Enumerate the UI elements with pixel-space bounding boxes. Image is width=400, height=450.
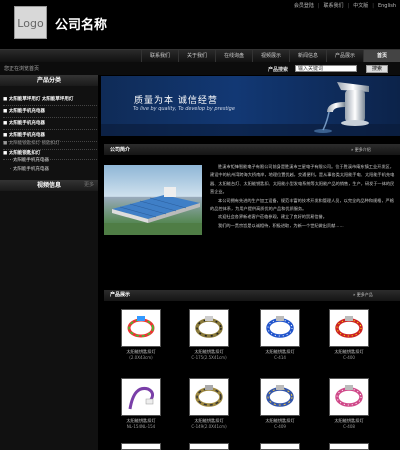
category-item[interactable]: ■ 太阳能草坪用灯 太阳能草坪用灯 [3, 94, 97, 106]
category-heading: 产品分类 [0, 75, 98, 86]
search-label: 产品搜索 [268, 67, 289, 73]
product-card[interactable]: 太阳能钥匙扣灯 (2.0X43cm) [114, 309, 168, 360]
intro-more-link[interactable]: » 更多介绍 [351, 147, 371, 153]
product-image[interactable] [260, 443, 300, 450]
product-card[interactable]: 太阳能钥匙扣灯 C-400 [322, 309, 376, 360]
video-more-link[interactable]: 更多 [84, 180, 94, 191]
intro-title: 公司简介 [110, 147, 131, 153]
product-image[interactable] [189, 443, 229, 450]
left-sidebar: 产品分类 ■ 太阳能草坪用灯 太阳能草坪用灯 ■ 太阳能手机充电器 ■ 太阳能手… [0, 75, 98, 450]
product-code: C-175(2.5X41cm) [191, 355, 227, 360]
top-link-contact[interactable]: 联系我们 [324, 2, 344, 9]
search-button[interactable]: 搜索 [366, 65, 388, 73]
nav-news[interactable]: 新闻信息 [289, 50, 326, 62]
product-image[interactable] [189, 309, 229, 347]
company-name: 公司名称 [55, 18, 108, 33]
product-code: C-400 [343, 355, 355, 360]
separator: | [317, 2, 320, 9]
nav-contact[interactable]: 联系我们 [141, 50, 178, 62]
sub-category-item[interactable]: · 太阳能手机充电器 [10, 165, 96, 174]
sub-category-item[interactable]: · 太阳能手机充电器 [10, 156, 96, 165]
breadcrumb: 您正在浏览首页 [4, 66, 40, 72]
separator: | [372, 2, 374, 9]
top-link-login[interactable]: 会员登陆 [294, 2, 314, 9]
product-image[interactable] [121, 443, 161, 450]
product-card[interactable]: 太阳能钥匙扣灯 C-409 [253, 378, 307, 429]
intro-text: 胜溪市钜锋智能电子有限公司前身是胜溪市三星电子有限公司。位于胜溪市庵东镇工业开发… [210, 163, 396, 230]
product-card[interactable]: 太阳能钥匙扣灯 C-408 [322, 378, 376, 429]
product-image[interactable] [329, 378, 369, 416]
intro-paragraph: 欢迎社会各界新老客户莅临参观，建立了良好的贸易信誉。 [218, 214, 327, 220]
nav-inquiry[interactable]: 在线询盘 [215, 50, 252, 62]
product-card[interactable]: 太阳能钥匙扣灯 C-414 [253, 309, 307, 360]
banner-subtitle: To live by quality, To develop by presti… [133, 106, 235, 112]
product-image[interactable] [121, 378, 161, 416]
video-heading: 视频信息 更多 [0, 180, 98, 191]
factory-illustration [104, 187, 202, 235]
product-code: C-408 [343, 424, 355, 429]
category-label[interactable]: 太阳能手机充电器 [9, 109, 45, 114]
product-card[interactable]: 太阳能钥匙扣灯 C-149(2.0X41cm) [182, 378, 236, 429]
product-card[interactable]: 太阳能钥匙扣灯 C-175(2.5X41cm) [182, 309, 236, 360]
category-item[interactable]: ■ 太阳能手机充电器 [3, 118, 97, 130]
product-image[interactable] [189, 378, 229, 416]
sub-category-label[interactable]: 太阳能手机充电器 [13, 158, 49, 163]
top-links: 会员登陆 | 联系我们 | 中文版 | English [294, 2, 396, 10]
product-code: C-414 [274, 355, 286, 360]
product-image[interactable] [260, 309, 300, 347]
category-label[interactable]: 太阳能锁匙扣灯 锁匙扣灯 [9, 141, 60, 146]
intro-paragraph: 本公司拥有先进的生产加工设备，规范丰富的技术开发和管理人员，以完全的品种和规格，… [210, 197, 394, 212]
nav-about[interactable]: 关于我们 [178, 50, 215, 62]
separator: | [347, 2, 350, 9]
logo[interactable]: Logo [14, 6, 47, 39]
category-item[interactable]: ■ 太阳能手机充电器 [3, 106, 97, 118]
category-label[interactable]: 太阳能草坪用灯 太阳能草坪用灯 [9, 97, 74, 102]
category-title: 产品分类 [36, 77, 61, 84]
product-code: NL-154NL-154 [126, 424, 156, 429]
category-label[interactable]: 太阳能手机充电器 [9, 121, 45, 126]
banner-title: 质量为本 诚信经营 [134, 96, 218, 106]
nav-products[interactable]: 产品展示 [326, 50, 363, 62]
intro-paragraph: 我们的一贯宗旨是以诚相待，积极进取，为新一个世纪做出贡献…… [218, 222, 344, 228]
product-image[interactable] [260, 378, 300, 416]
product-image[interactable] [121, 309, 161, 347]
top-link-chinese[interactable]: 中文版 [353, 2, 368, 9]
nav-video[interactable]: 视频展示 [252, 50, 289, 62]
product-code: C-149(2.0X41cm) [191, 424, 227, 429]
factory-photo [104, 165, 202, 235]
product-image[interactable] [329, 309, 369, 347]
video-title: 视频信息 [36, 182, 61, 189]
product-card[interactable]: 太阳能钥匙扣灯 NL-154NL-154 [114, 378, 168, 429]
product-image[interactable] [329, 443, 369, 450]
product-code: C-409 [274, 424, 286, 429]
intro-paragraph: 胜溪市钜锋智能电子有限公司前身是胜溪市三星电子有限公司。位于胜溪市庵东镇工业开发… [210, 164, 395, 195]
product-code: (2.0X43cm) [129, 355, 153, 360]
top-link-english[interactable]: English [378, 3, 396, 9]
products-title: 产品展示 [110, 292, 131, 298]
products-more-link[interactable]: » 更多产品 [353, 292, 373, 298]
nav-home[interactable]: 首页 [363, 50, 400, 62]
main-nav: 联系我们 关于我们 在线询盘 视频展示 新闻信息 产品展示 首页 [0, 49, 400, 63]
sub-category-label[interactable]: 太阳能手机充电器 [13, 167, 49, 172]
search-input[interactable]: 输入关键词 [295, 65, 357, 72]
